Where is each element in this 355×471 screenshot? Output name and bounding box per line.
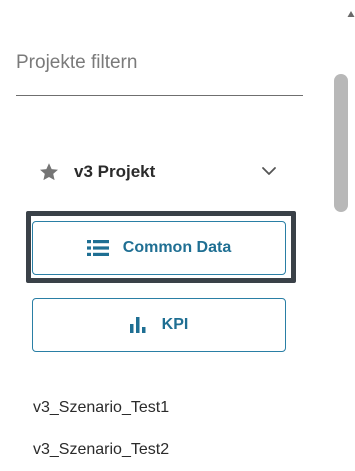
- scenario-item[interactable]: v3_Szenario_Test2: [33, 441, 169, 459]
- kpi-button[interactable]: KPI: [32, 298, 286, 352]
- chevron-down-icon[interactable]: [260, 164, 278, 178]
- project-filter-input[interactable]: [16, 48, 303, 78]
- list-icon: [86, 240, 109, 256]
- star-icon[interactable]: [38, 161, 60, 183]
- bar-chart-icon: [129, 317, 148, 333]
- common-data-label: Common Data: [122, 239, 232, 256]
- common-data-button[interactable]: Common Data: [32, 221, 286, 275]
- scroll-up-arrow-icon[interactable]: [347, 10, 355, 18]
- scenario-item[interactable]: v3_Szenario_Test1: [33, 399, 169, 417]
- kpi-label: KPI: [161, 316, 189, 333]
- scrollbar-thumb[interactable]: [334, 74, 348, 212]
- project-header[interactable]: v3 Projekt: [36, 156, 284, 188]
- project-filter-field[interactable]: [16, 36, 303, 96]
- project-title: v3 Projekt: [74, 162, 156, 181]
- project-panel: v3 Projekt Common Data KPI: [0, 0, 355, 471]
